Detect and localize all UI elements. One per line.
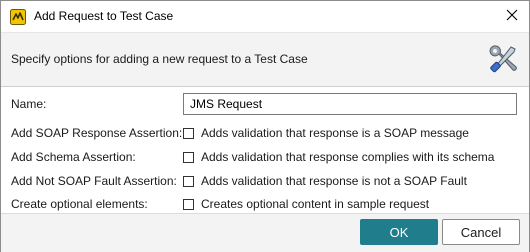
- schema-assertion-option[interactable]: Adds validation that response complies w…: [183, 150, 494, 164]
- tools-icon: [487, 43, 519, 75]
- schema-assertion-checkbox[interactable]: [183, 151, 194, 163]
- name-input[interactable]: [183, 93, 517, 115]
- not-soap-fault-assertion-checkbox[interactable]: [183, 175, 194, 187]
- button-bar: OK Cancel: [1, 213, 529, 252]
- soapui-app-icon: [10, 9, 26, 25]
- window-title: Add Request to Test Case: [34, 9, 174, 23]
- cancel-button[interactable]: Cancel: [442, 219, 520, 245]
- header-description: Specify options for adding a new request…: [11, 52, 308, 66]
- soap-response-assertion-checkbox[interactable]: [183, 127, 194, 139]
- ok-button[interactable]: OK: [360, 219, 438, 245]
- optional-elements-checkbox[interactable]: [183, 198, 194, 210]
- soap-response-assertion-text: Adds validation that response is a SOAP …: [201, 126, 469, 140]
- optional-elements-option[interactable]: Creates optional content in sample reque…: [183, 197, 429, 211]
- optional-elements-text: Creates optional content in sample reque…: [201, 197, 430, 211]
- not-soap-fault-assertion-text: Adds validation that response is not a S…: [201, 174, 467, 188]
- schema-assertion-text: Adds validation that response complies w…: [201, 150, 495, 164]
- soap-response-assertion-label: Add SOAP Response Assertion:: [11, 126, 183, 140]
- soap-response-assertion-option[interactable]: Adds validation that response is a SOAP …: [183, 126, 469, 140]
- optional-elements-label: Create optional elements:: [11, 197, 148, 211]
- name-label: Name:: [11, 97, 47, 111]
- dialog-header: Specify options for adding a new request…: [1, 32, 529, 87]
- close-icon: [506, 9, 518, 24]
- close-button[interactable]: [495, 1, 529, 32]
- schema-assertion-label: Add Schema Assertion:: [11, 150, 136, 164]
- add-request-dialog: Add Request to Test Case Specify options…: [0, 0, 530, 252]
- not-soap-fault-assertion-option[interactable]: Adds validation that response is not a S…: [183, 174, 467, 188]
- not-soap-fault-assertion-label: Add Not SOAP Fault Assertion:: [11, 174, 177, 188]
- title-bar: Add Request to Test Case: [1, 1, 529, 32]
